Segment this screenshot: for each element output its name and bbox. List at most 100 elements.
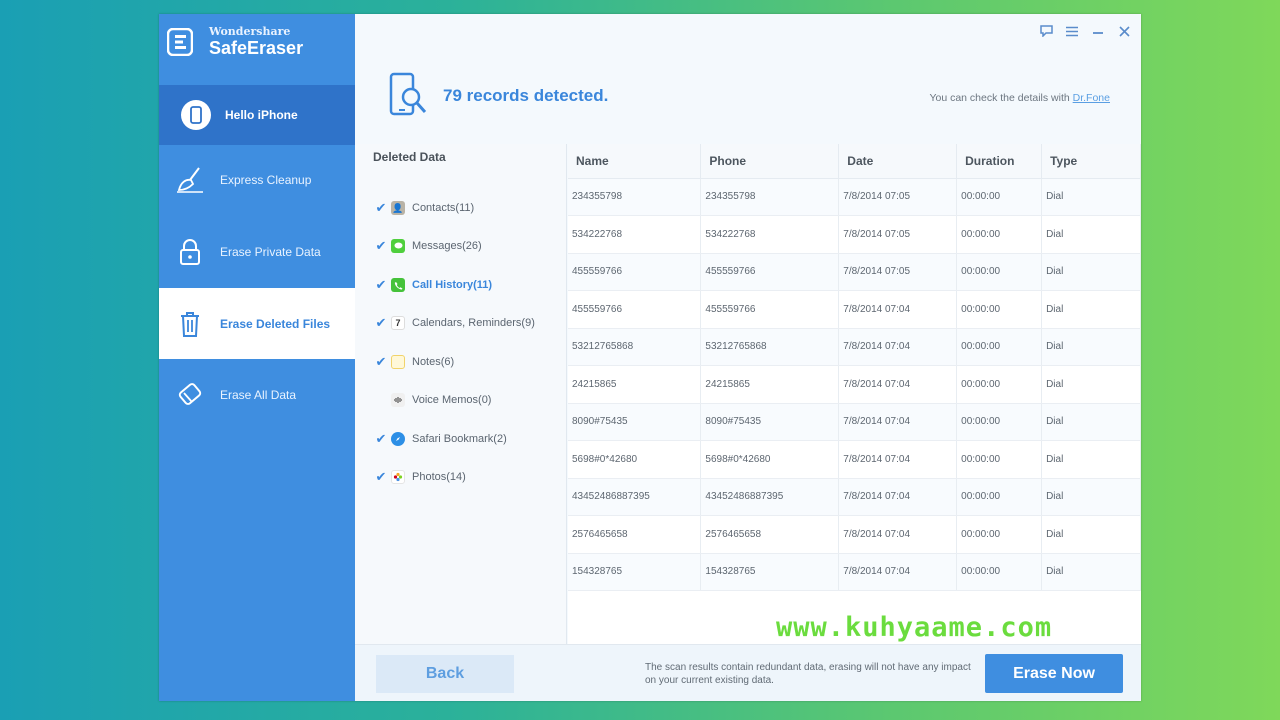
deleted-data-panel: Deleted Data ✔ 👤 Contacts(11) ✔ Messages… [355,144,567,644]
safeeraser-logo-icon [167,28,193,56]
feedback-icon[interactable] [1039,24,1053,38]
messages-icon [391,239,405,253]
cell-duration: 00:00:00 [956,515,1043,554]
sidebar-item-erase-private-data[interactable]: Erase Private Data [159,217,355,287]
category-safari-bookmark[interactable]: ✔ Safari Bookmark(2) [374,429,507,449]
minimize-icon[interactable] [1091,24,1105,38]
table-row[interactable]: 24215865 24215865 7/8/2014 07:04 00:00:00 Di… [568,365,1141,404]
app-window: Wondershare SafeEraser Hello iPhone Expr… [159,14,1141,701]
category-photos[interactable]: ✔ Photos(14) [374,467,466,487]
cell-date: 7/8/2014 07:05 [838,253,958,291]
check-details-text: You can check the details with Dr.Fone [929,92,1110,104]
back-button[interactable]: Back [376,655,514,693]
cell-date: 7/8/2014 07:04 [838,478,958,516]
category-notes[interactable]: ✔ Notes(6) [374,352,454,372]
cell-name: 154328765 [568,553,702,591]
table-row[interactable]: 154328765 154328765 7/8/2014 07:04 00:00:00… [568,553,1141,591]
phone-search-icon [389,72,427,116]
lock-icon [175,237,205,267]
cell-name: 2576465658 [568,515,702,554]
cell-type: Dial [1041,440,1141,479]
table-row[interactable]: 534222768 534222768 7/8/2014 07:05 00:00:00… [568,215,1141,254]
cell-duration: 00:00:00 [956,178,1043,216]
table-row[interactable]: 5698#0*42680 5698#0*42680 7/8/2014 07:04 00… [568,440,1141,479]
category-voice-memos[interactable]: ✔ Voice Memos(0) [374,390,491,410]
category-call-history[interactable]: ✔ Call History(11) [374,275,492,295]
checkbox-checked-icon[interactable]: ✔ [374,200,388,215]
sidebar-item-label: Erase Deleted Files [220,316,331,331]
erase-now-button[interactable]: Erase Now [985,654,1123,693]
category-label: Messages(26) [412,240,482,252]
menu-icon[interactable] [1065,24,1079,38]
category-label: Notes(6) [412,356,455,368]
cell-name: 455559766 [568,290,702,329]
cell-date: 7/8/2014 07:04 [838,365,958,404]
column-header-duration[interactable]: Duration [956,144,1043,179]
eraser-icon [175,380,205,410]
checkbox-checked-icon[interactable]: ✔ [374,315,388,330]
sidebar-item-hello-iphone[interactable]: Hello iPhone [159,85,355,145]
table-row[interactable]: 234355798 234355798 7/8/2014 07:05 00:00:00… [568,178,1141,216]
column-header-name[interactable]: Name [568,144,702,179]
sidebar-item-erase-all-data[interactable]: Erase All Data [159,360,355,430]
cell-phone: 2576465658 [700,515,840,554]
table-header-row: Name Phone Date Duration Type [568,144,1141,179]
table-row[interactable]: 8090#75435 8090#75435 7/8/2014 07:04 00:00:… [568,403,1141,441]
table-row[interactable]: 455559766 455559766 7/8/2014 07:04 00:00:00… [568,290,1141,329]
footer-bar: Back The scan results contain redundant … [355,644,1141,701]
sidebar-item-label: Erase Private Data [220,245,321,259]
cell-type: Dial [1041,290,1141,329]
category-calendars-reminders[interactable]: ✔ 7 Calendars, Reminders(9) [374,313,535,333]
column-header-date[interactable]: Date [838,144,958,179]
column-header-phone[interactable]: Phone [700,144,840,179]
cell-duration: 00:00:00 [956,215,1043,254]
checkbox-checked-icon[interactable]: ✔ [374,277,388,292]
table-row[interactable]: 2576465658 2576465658 7/8/2014 07:04 00:00:… [568,515,1141,554]
sidebar-item-erase-deleted-files[interactable]: Erase Deleted Files [159,288,355,359]
sidebar-item-label: Express Cleanup [220,173,312,187]
cell-name: 43452486887395 [568,478,702,516]
cell-duration: 00:00:00 [956,328,1043,366]
cell-name: 455559766 [568,253,702,291]
window-controls [1039,24,1131,38]
brand-name: SafeEraser [209,38,304,58]
cell-duration: 00:00:00 [956,365,1043,404]
checkbox-checked-icon[interactable]: ✔ [374,354,388,369]
cell-duration: 00:00:00 [956,553,1043,591]
category-label: Calendars, Reminders(9) [412,317,535,329]
cell-date: 7/8/2014 07:04 [838,403,958,441]
cell-phone: 43452486887395 [700,478,840,516]
table-row[interactable]: 53212765868 53212765868 7/8/2014 07:04 00:0… [568,328,1141,366]
cell-type: Dial [1041,403,1141,441]
category-contacts[interactable]: ✔ 👤 Contacts(11) [374,198,474,218]
checkbox-checked-icon[interactable]: ✔ [374,469,388,484]
voice-memo-icon [391,393,405,407]
checkbox-unchecked-icon[interactable]: ✔ [374,393,388,407]
cell-phone: 534222768 [700,215,840,254]
table-row[interactable]: 43452486887395 43452486887395 7/8/2014 07:… [568,478,1141,516]
table-row[interactable]: 455559766 455559766 7/8/2014 07:05 00:00:00… [568,253,1141,291]
cell-duration: 00:00:00 [956,290,1043,329]
checkbox-checked-icon[interactable]: ✔ [374,238,388,253]
checkbox-checked-icon[interactable]: ✔ [374,431,388,446]
broom-icon [175,165,205,195]
column-header-type[interactable]: Type [1041,144,1141,179]
photos-flower-icon [391,470,405,484]
sidebar-item-express-cleanup[interactable]: Express Cleanup [159,145,355,215]
drfone-link[interactable]: Dr.Fone [1073,92,1110,104]
calendar-icon: 7 [391,316,405,330]
records-table-area: Name Phone Date Duration Type 234355798 2… [568,144,1141,644]
phone-call-icon [391,278,405,292]
brand: Wondershare SafeEraser [167,24,352,74]
category-messages[interactable]: ✔ Messages(26) [374,236,482,256]
sidebar-item-label: Erase All Data [220,388,297,402]
contacts-icon: 👤 [391,201,405,215]
close-icon[interactable] [1117,24,1131,38]
cell-date: 7/8/2014 07:05 [838,215,958,254]
cell-phone: 5698#0*42680 [700,440,840,479]
cell-type: Dial [1041,365,1141,404]
cell-duration: 00:00:00 [956,403,1043,441]
sidebar-item-label: Hello iPhone [225,108,298,122]
cell-name: 5698#0*42680 [568,440,702,479]
category-label: Call History(11) [412,279,493,291]
